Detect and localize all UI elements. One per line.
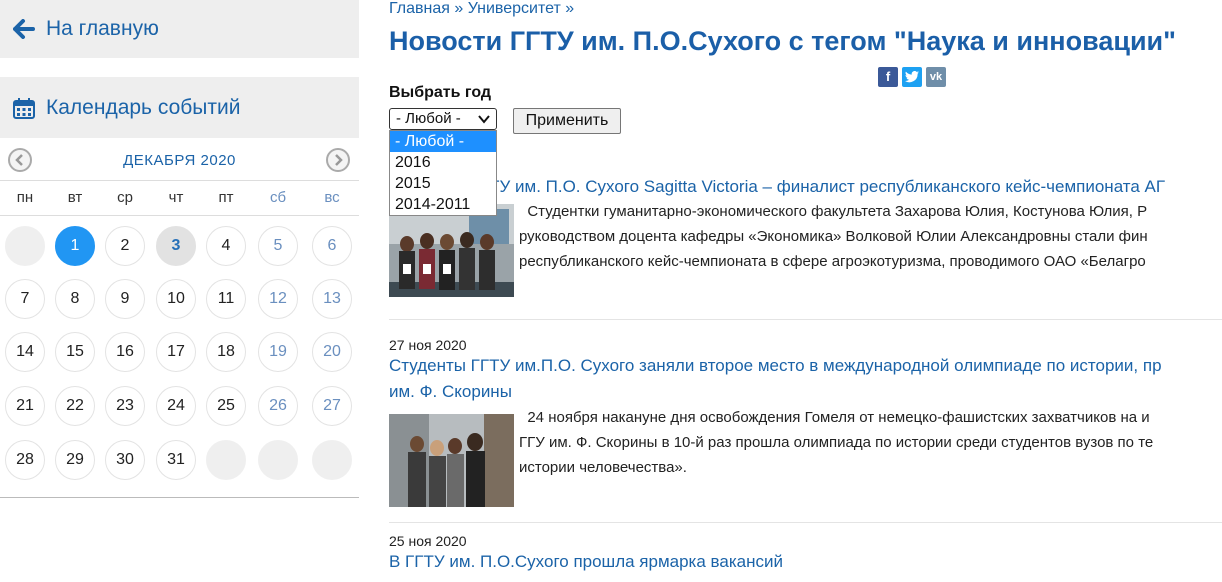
sidebar: На главную Календарь событий ДЕКАБРЯ 202… <box>0 0 359 582</box>
calendar-day[interactable]: 12 <box>258 279 298 319</box>
calendar-day[interactable]: 25 <box>206 386 246 426</box>
year-option[interactable]: 2014-2011 <box>390 194 496 215</box>
weekday-label: ср <box>117 189 133 206</box>
calendar-day[interactable]: 21 <box>5 386 45 426</box>
news-date: 25 ноя 2020 <box>389 533 467 549</box>
calendar-label: Календарь событий <box>46 95 241 119</box>
calendar-day[interactable]: 28 <box>5 440 45 480</box>
calendar-day[interactable]: 1 <box>55 226 95 266</box>
calendar-day[interactable]: 2 <box>105 226 145 266</box>
arrow-left-icon <box>12 17 36 41</box>
breadcrumb-link[interactable]: Главная » Университет » <box>389 0 574 17</box>
calendar-day-empty <box>206 440 246 480</box>
calendar-divider <box>0 497 359 498</box>
weekday-label: пн <box>16 189 34 206</box>
calendar-day[interactable]: 7 <box>5 279 45 319</box>
calendar-day[interactable]: 29 <box>55 440 95 480</box>
news-divider <box>389 319 1222 320</box>
share-buttons: f vk <box>878 67 946 87</box>
chevron-right-icon <box>335 154 343 166</box>
news-thumbnail[interactable] <box>389 204 514 297</box>
calendar-day[interactable]: 9 <box>105 279 145 319</box>
home-link[interactable]: На главную <box>0 0 359 58</box>
news-date: 27 ноя 2020 <box>389 337 467 353</box>
calendar-day[interactable]: 4 <box>206 226 246 266</box>
calendar-icon <box>12 96 36 120</box>
news-excerpt: Студентки гуманитарно-экономического фак… <box>519 203 1148 270</box>
weekday-label: чт <box>168 189 184 206</box>
calendar-link[interactable]: Календарь событий <box>0 77 359 138</box>
next-month-button[interactable] <box>326 148 350 172</box>
calendar-day[interactable]: 26 <box>258 386 298 426</box>
main-content: Главная » Университет » Новости ГГТУ им.… <box>389 0 1222 582</box>
news-item: 27 ноя 2020 Студенты ГГТУ им.П.О. Сухого… <box>389 337 1222 507</box>
calendar-day-empty <box>5 226 45 266</box>
calendar-day[interactable]: 10 <box>156 279 196 319</box>
calendar-day[interactable]: 27 <box>312 386 352 426</box>
year-option[interactable]: - Любой - <box>390 131 496 152</box>
calendar-day[interactable]: 23 <box>105 386 145 426</box>
calendar-day-empty <box>312 440 352 480</box>
calendar-day[interactable]: 30 <box>105 440 145 480</box>
news-excerpt: 24 ноября накануне дня освобождения Гоме… <box>519 409 1154 476</box>
vk-icon[interactable]: vk <box>926 67 946 87</box>
calendar-day[interactable]: 14 <box>5 332 45 372</box>
facebook-icon[interactable]: f <box>878 67 898 87</box>
year-option[interactable]: 2015 <box>390 173 496 194</box>
calendar-day[interactable]: 18 <box>206 332 246 372</box>
news-item: 25 ноя 2020 В ГГТУ им. П.О.Сухого прошла… <box>389 533 1222 575</box>
year-option[interactable]: 2016 <box>390 152 496 173</box>
news-title[interactable]: Студенты ГГТУ им.П.О. Сухого заняли втор… <box>389 353 1222 405</box>
year-select[interactable]: - Любой - <box>389 108 497 130</box>
news-title[interactable]: В ГГТУ им. П.О.Сухого прошла ярмарка вак… <box>389 549 1222 575</box>
calendar-day[interactable]: 31 <box>156 440 196 480</box>
calendar-day[interactable]: 11 <box>206 279 246 319</box>
calendar-day-empty <box>258 440 298 480</box>
weekday-label: вт <box>67 189 83 206</box>
year-dropdown: - Любой - 2016 2015 2014-2011 <box>389 130 497 216</box>
calendar-day[interactable]: 20 <box>312 332 352 372</box>
calendar-day[interactable]: 6 <box>312 226 352 266</box>
page-title: Новости ГГТУ им. П.О.Сухого с тегом "Нау… <box>389 26 1176 56</box>
calendar-day[interactable]: 19 <box>258 332 298 372</box>
calendar-day[interactable]: 5 <box>258 226 298 266</box>
calendar-day[interactable]: 24 <box>156 386 196 426</box>
breadcrumb: Главная » Университет » <box>389 0 574 18</box>
home-label: На главную <box>46 17 159 40</box>
news-divider <box>389 522 1222 523</box>
calendar-day[interactable]: 8 <box>55 279 95 319</box>
twitter-icon[interactable] <box>902 67 922 87</box>
weekday-label: вс <box>324 189 340 206</box>
weekday-label: пт <box>218 189 234 206</box>
news-title[interactable]: Студенты ГГТУ им. П.О. Сухого Sagitta Vi… <box>389 174 1165 200</box>
apply-button[interactable]: Применить <box>513 108 621 134</box>
calendar-day[interactable]: 17 <box>156 332 196 372</box>
year-filter-label: Выбрать год <box>389 84 492 101</box>
calendar-month[interactable]: ДЕКАБРЯ 2020 <box>0 152 359 169</box>
chevron-down-icon <box>478 115 490 124</box>
calendar-header: ДЕКАБРЯ 2020 <box>0 146 359 174</box>
calendar-day[interactable]: 13 <box>312 279 352 319</box>
news-thumbnail[interactable] <box>389 414 514 507</box>
calendar-day[interactable]: 22 <box>55 386 95 426</box>
weekday-label: сб <box>269 189 287 206</box>
calendar-day[interactable]: 16 <box>105 332 145 372</box>
calendar-day[interactable]: 3 <box>156 226 196 266</box>
year-select-value: - Любой - <box>396 110 461 127</box>
calendar-day[interactable]: 15 <box>55 332 95 372</box>
calendar-weekdays: пн вт ср чт пт сб вс <box>0 180 359 216</box>
